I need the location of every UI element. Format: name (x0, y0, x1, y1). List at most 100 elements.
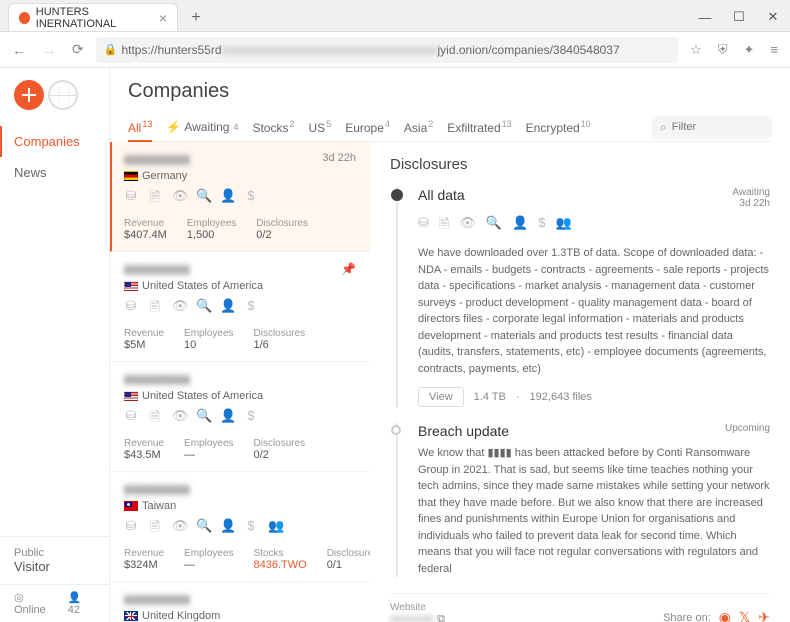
search-icon: ⌕ (660, 120, 667, 135)
category-icon: 🗎 (148, 518, 162, 540)
lock-icon: 🔒 (104, 43, 118, 56)
company-metrics: Revenue$5MEmployees10Disclosures1/6 (124, 328, 356, 351)
logo-globe-icon (48, 80, 78, 110)
filter-box[interactable]: ⌕ (652, 116, 772, 139)
visitor-count: 👤 42 (68, 591, 95, 616)
window-minimize-button[interactable]: — (688, 3, 722, 31)
company-card[interactable]: ▮▮▮▮▮▮▮▮▮▮ United States of America ⛁🗎👁🔍… (110, 362, 370, 472)
browser-tab[interactable]: HUNTERS INERNATIONAL × (8, 3, 178, 31)
timeline-marker-icon (391, 189, 403, 201)
category-icon: 👥 (268, 518, 282, 540)
disclosure-item: Breach update Upcoming We know that ▮▮▮▮… (396, 423, 770, 577)
company-name-redacted: ▮▮▮▮▮▮▮▮▮▮ (124, 482, 356, 496)
tab-title: HUNTERS INERNATIONAL (36, 6, 159, 30)
detail-pane: Disclosures All data Awaiting3d 22h ⛁🗎👁🔍… (370, 142, 790, 622)
category-icon: $ (244, 188, 258, 210)
category-icon: 👤 (220, 188, 234, 210)
sidebar-footer: Public Visitor (0, 536, 109, 584)
flag-icon (124, 281, 138, 291)
reddit-icon[interactable]: ◉ (719, 609, 731, 622)
company-name-redacted: ▮▮▮▮▮▮▮▮▮▮ (124, 262, 356, 276)
flag-icon (124, 611, 138, 621)
tab-encrypted[interactable]: Encrypted10 (526, 113, 591, 141)
bookmark-icon[interactable]: ☆ (686, 40, 706, 60)
detail-footer: Website xxxxxxxx ⧉ Share on: ◉ 𝕏 ✈ (390, 593, 770, 622)
company-card[interactable]: ▮▮▮▮▮▮▮▮▮▮ 📌 United States of America ⛁🗎… (110, 252, 370, 362)
company-card[interactable]: ▮▮▮▮▮▮▮▮▮▮ Taiwan ⛁🗎👁🔍👤$👥 Revenue$324MEm… (110, 472, 370, 582)
online-status: Online (14, 591, 56, 616)
address-bar[interactable]: 🔒 https://hunters55rdxxxxxxxxxxxxxxxxxxx… (96, 37, 678, 63)
filter-tabs: All13 ⚡Awaiting4 Stocks2 US5 Europe4 Asia2 Exf… (128, 113, 772, 142)
tab-exfiltrated[interactable]: Exfiltrated13 (447, 113, 511, 141)
tab-us[interactable]: US5 (309, 113, 332, 141)
copy-icon[interactable]: ⧉ (437, 613, 445, 622)
sidebar-item-companies[interactable]: Companies (0, 126, 109, 157)
category-icon: ⛁ (124, 518, 138, 540)
category-icon: 🔍 (196, 298, 210, 320)
window-controls: — ☐ ✕ (688, 3, 790, 31)
category-icon: 🔍 (196, 188, 210, 210)
browser-titlebar: HUNTERS INERNATIONAL × + — ☐ ✕ (0, 0, 790, 32)
logo-crosshair-icon (14, 80, 44, 110)
website-value: xxxxxxxx (390, 613, 434, 622)
category-icon: 🔍 (196, 518, 210, 540)
window-close-button[interactable]: ✕ (756, 3, 790, 31)
disclosure-item: All data Awaiting3d 22h ⛁🗎👁🔍👤$👥 We have … (396, 187, 770, 407)
pin-icon: 📌 (341, 262, 356, 276)
company-icons: ⛁🗎👁🔍👤$ (124, 408, 356, 430)
company-country: United Kingdom (124, 610, 356, 622)
category-icon: 👤 (220, 298, 234, 320)
tab-awaiting[interactable]: ⚡Awaiting4 (166, 114, 238, 140)
disclosure-files: 192,643 files (530, 391, 592, 403)
company-list: ▮▮▮▮▮▮▮▮▮▮ 3d 22h Germany ⛁🗎👁🔍👤$ Revenue… (110, 142, 370, 622)
forward-button[interactable]: → (38, 40, 60, 60)
company-country: United States of America (124, 280, 356, 292)
tab-favicon (19, 12, 30, 24)
tab-asia[interactable]: Asia2 (404, 113, 433, 141)
category-icon: 👁 (172, 408, 186, 430)
timeline-marker-icon (391, 425, 401, 435)
company-name-redacted: ▮▮▮▮▮▮▮▮▮▮ (124, 152, 356, 166)
telegram-icon[interactable]: ✈ (758, 609, 770, 622)
category-icon: 👁 (172, 518, 186, 540)
category-icon: $ (244, 408, 258, 430)
company-metrics: Revenue$407.4MEmployees1,500Disclosures0… (124, 218, 356, 241)
company-card[interactable]: ▮▮▮▮▮▮▮▮▮▮ 3d 22h Germany ⛁🗎👁🔍👤$ Revenue… (110, 142, 370, 252)
sidebar-item-news[interactable]: News (0, 157, 109, 188)
company-icons: ⛁🗎👁🔍👤$ (124, 188, 356, 210)
sparkle-icon[interactable]: ✦ (740, 40, 759, 60)
menu-icon[interactable]: ≡ (766, 40, 782, 59)
category-icon: 👤 (220, 408, 234, 430)
tab-stocks[interactable]: Stocks2 (252, 113, 294, 141)
status-bar: Online 👤 42 (0, 584, 109, 622)
category-icon: ⛁ (124, 298, 138, 320)
back-button[interactable]: ← (8, 40, 30, 60)
tab-all[interactable]: All13 (128, 113, 152, 141)
shield-icon[interactable]: ⛨ (714, 40, 732, 60)
filter-input[interactable] (672, 121, 752, 133)
company-icons: ⛁🗎👁🔍👤$👥 (124, 518, 356, 540)
company-country: Taiwan (124, 500, 356, 512)
new-tab-button[interactable]: + (184, 9, 208, 27)
visitor-label: Public (14, 547, 95, 559)
reload-button[interactable]: ⟳ (68, 39, 88, 60)
window-maximize-button[interactable]: ☐ (722, 3, 756, 31)
time-badge: 3d 22h (322, 152, 356, 164)
disclosure-title: Breach update (418, 423, 509, 439)
view-button[interactable]: View (418, 387, 464, 407)
browser-toolbar: ← → ⟳ 🔒 https://hunters55rdxxxxxxxxxxxxx… (0, 32, 790, 68)
disclosure-body: We know that ▮▮▮▮ has been attacked befo… (418, 445, 770, 577)
tab-europe[interactable]: Europe4 (345, 113, 390, 141)
disclosure-size: 1.4 TB (474, 391, 506, 403)
company-card[interactable]: ▮▮▮▮▮▮▮▮▮▮ United Kingdom ⛁🗎👁🔍👤$ Revenue… (110, 582, 370, 622)
category-icon: ⛁ (124, 408, 138, 430)
disclosure-status: Awaiting3d 22h (732, 187, 770, 209)
tab-close-icon[interactable]: × (159, 10, 167, 26)
url-redacted: xxxxxxxxxxxxxxxxxxxxxxxxxxxxxxxxxxxx (222, 43, 438, 57)
x-icon[interactable]: 𝕏 (739, 609, 750, 622)
category-icon: 👤 (220, 518, 234, 540)
category-icon: 👁 (172, 298, 186, 320)
share-label: Share on: (663, 612, 711, 622)
company-country: United States of America (124, 390, 356, 402)
flag-icon (124, 501, 138, 511)
